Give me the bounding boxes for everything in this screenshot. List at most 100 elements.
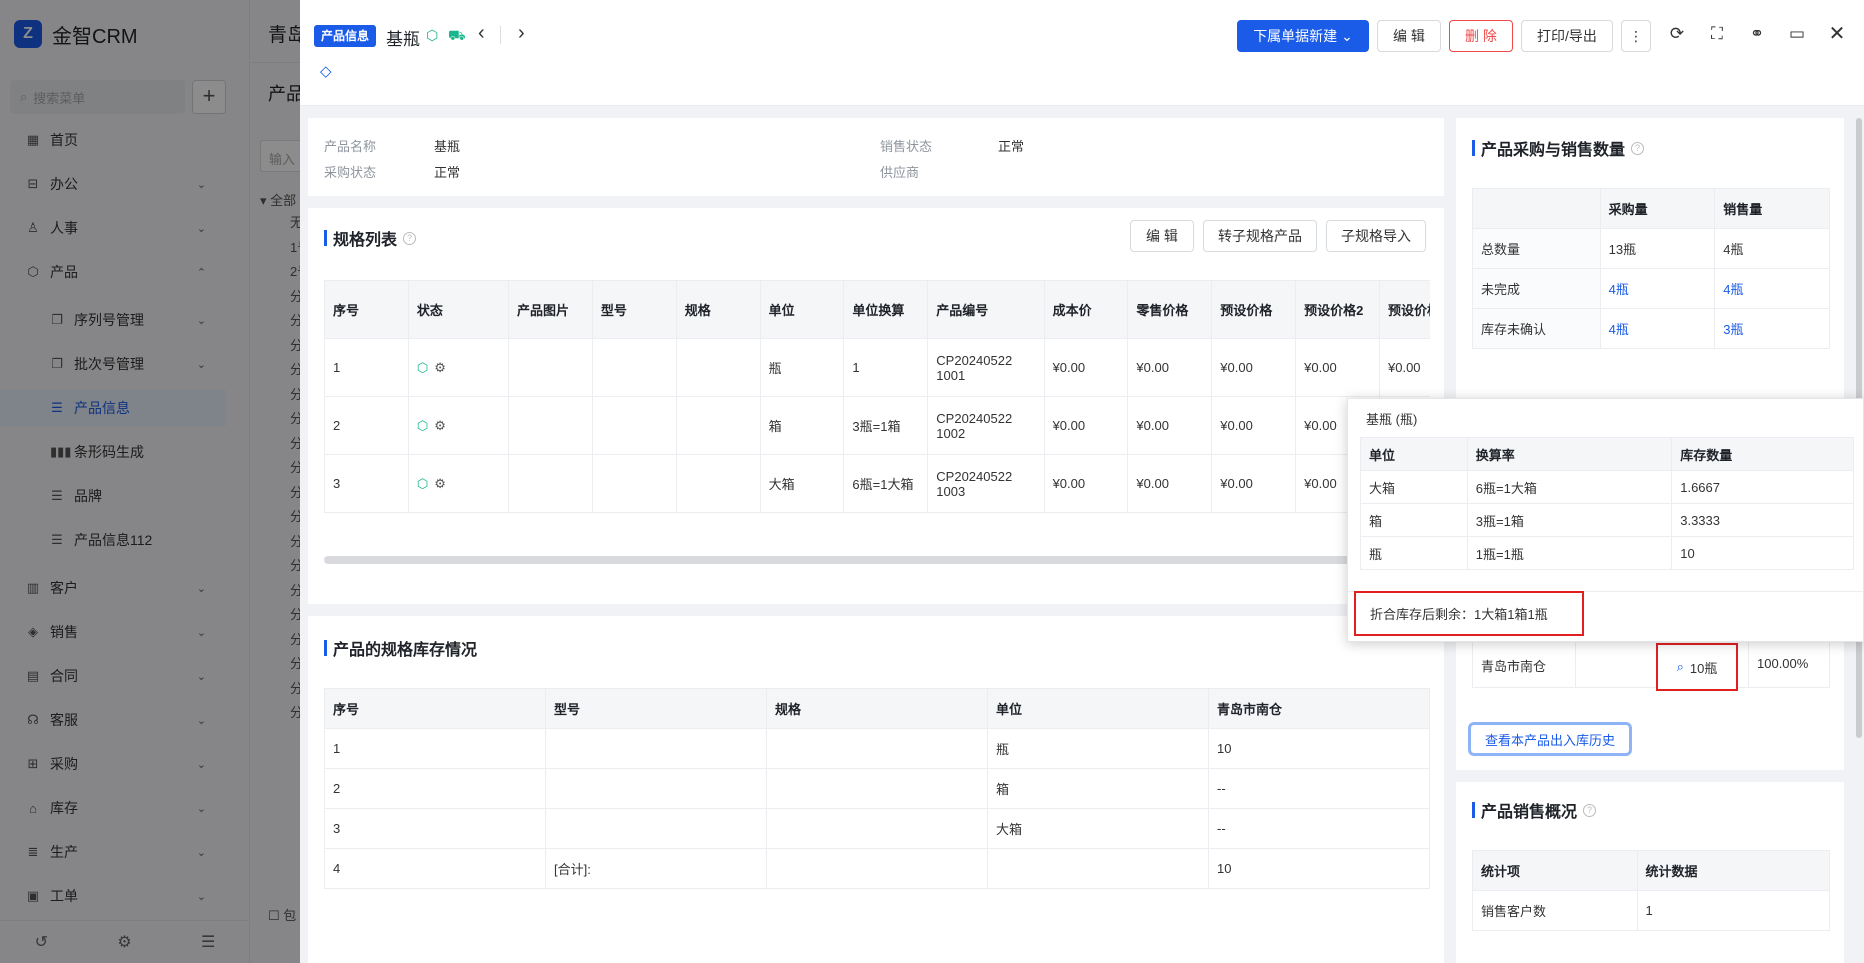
popup-table: 单位 换算率 库存数量 大箱 6瓶=1大箱 1.6667 箱 3瓶=1箱 3.3333 瓶 1瓶=1…: [1360, 437, 1854, 570]
table-row: 销售客户数 1: [1472, 890, 1831, 931]
table-cell: 6瓶=1大箱: [843, 454, 929, 513]
cube-icon: ⬡: [416, 475, 429, 491]
sales-overview-table: 统计项 统计数据 销售客户数 1: [1472, 850, 1831, 931]
table-row: 3 ⬡ ⚙ 大箱 6瓶=1大箱 CP20240522 1003 ¥0.00 ¥0.00 ¥0.0…: [324, 454, 1430, 513]
fullscreen-icon[interactable]: ⛶: [1705, 22, 1729, 46]
print-export-button[interactable]: 打印/导出: [1521, 20, 1613, 52]
column-header: 换算率: [1466, 437, 1673, 471]
table-cell: --: [1208, 768, 1430, 809]
table-cell: 3瓶=1箱: [1466, 503, 1673, 537]
help-icon[interactable]: ?: [403, 231, 417, 245]
help-icon[interactable]: ?: [1583, 803, 1597, 817]
title-accent-bar: [324, 640, 327, 656]
import-spec-button[interactable]: 子规格导入: [1326, 220, 1426, 252]
spec-table-wrapper: 序号 状态 产品图片 型号 规格 单位 单位换算 产品编号 成本价 零售价格 预设价格 预设价格2 预设…: [324, 280, 1430, 570]
table-cell: 箱: [1360, 503, 1468, 537]
more-actions-button[interactable]: ⋮: [1621, 20, 1651, 52]
help-icon[interactable]: ?: [1631, 141, 1645, 155]
table-cell[interactable]: 3瓶: [1714, 308, 1830, 349]
horizontal-scrollbar[interactable]: [324, 556, 1354, 564]
refresh-icon[interactable]: ⟳: [1665, 22, 1689, 46]
purchase-sales-table: 采购量 销售量 总数量 13瓶 4瓶 未完成 4瓶 4瓶 库存未确认 4瓶 3瓶: [1472, 188, 1830, 349]
table-cell: [507, 338, 593, 397]
column-header: 状态: [407, 280, 509, 339]
purchase-status-label: 采购状态: [324, 165, 377, 180]
column-header: 序号: [324, 688, 546, 729]
table-cell: 瓶: [1360, 536, 1468, 570]
table-cell[interactable]: 4瓶: [1714, 268, 1830, 309]
chevron-down-icon: ⌄: [1341, 27, 1353, 44]
table-cell: 未完成: [1472, 268, 1601, 309]
column-header: 序号: [324, 280, 409, 339]
stock-qty-highlight[interactable]: ⌕ 10瓶: [1656, 643, 1738, 691]
column-header: 单位: [759, 280, 845, 339]
column-header: 统计数据: [1636, 850, 1831, 891]
convert-spec-button[interactable]: 转子规格产品: [1203, 220, 1317, 252]
table-cell: 3: [324, 454, 409, 513]
table-row: 2 ⬡ ⚙ 箱 3瓶=1箱 CP20240522 1002 ¥0.00 ¥0.00 ¥0.00 ¥…: [324, 396, 1430, 455]
table-cell[interactable]: 4瓶: [1599, 268, 1716, 309]
column-header: 销售量: [1714, 188, 1830, 229]
table-cell: 库存未确认: [1472, 308, 1601, 349]
table-row: 4 [合计]: 10: [324, 848, 1430, 889]
unit-conversion-popup: 基瓶 (瓶) 单位 换算率 库存数量 大箱 6瓶=1大箱 1.6667 箱 3瓶=1箱 3.33…: [1347, 398, 1864, 642]
table-cell: 箱: [759, 396, 845, 455]
close-icon[interactable]: ✕: [1825, 22, 1849, 46]
new-sub-document-button[interactable]: 下属单据新建 ⌄: [1237, 20, 1369, 52]
cube-icon: ⬡: [416, 417, 429, 433]
table-cell: 10: [1208, 848, 1430, 889]
table-cell: 4: [324, 848, 546, 889]
table-cell: 1: [324, 728, 546, 769]
spec-edit-button[interactable]: 编 辑: [1130, 220, 1194, 252]
table-cell: 1: [324, 338, 409, 397]
spec-list-title: 规格列表?: [324, 226, 417, 250]
table-cell: ¥0.00: [1043, 454, 1129, 513]
delete-button[interactable]: 删 除: [1449, 20, 1513, 52]
column-header: 产品图片: [507, 280, 593, 339]
table-cell: [675, 454, 761, 513]
table-row: 2 箱 --: [324, 768, 1430, 809]
next-record-icon[interactable]: ›: [518, 22, 525, 45]
table-cell: CP20240522 1002: [927, 396, 1045, 455]
prev-record-icon[interactable]: ‹: [478, 22, 485, 45]
table-cell: [591, 396, 677, 455]
spec-list-card: 规格列表? 编 辑 转子规格产品 子规格导入 序号 状态 产品图片 型号 规格 单位 单位换…: [308, 208, 1444, 604]
purchase-status-value: 正常: [434, 165, 461, 180]
table-cell: 3: [324, 808, 546, 849]
table-cell[interactable]: 4瓶: [1599, 308, 1716, 349]
title-accent-bar: [324, 230, 327, 246]
table-cell: 13瓶: [1599, 228, 1716, 269]
table-cell: ¥0.00: [1379, 338, 1430, 397]
table-cell: ⬡ ⚙: [407, 338, 509, 397]
table-cell: [591, 338, 677, 397]
cube-icon: ⬡: [426, 27, 439, 43]
table-row: 1 瓶 10: [324, 728, 1430, 769]
table-cell: [766, 808, 988, 849]
edit-button[interactable]: 编 辑: [1377, 20, 1441, 52]
table-cell: 瓶: [759, 338, 845, 397]
tag-edit-icon[interactable]: ◇: [320, 62, 332, 80]
table-cell: ¥0.00: [1211, 338, 1297, 397]
stock-history-link[interactable]: 查看本产品出入库历史: [1468, 722, 1632, 756]
table-cell: [507, 454, 593, 513]
dock-icon[interactable]: ▭: [1785, 22, 1809, 46]
table-cell: 1: [843, 338, 929, 397]
table-row: 未完成 4瓶 4瓶: [1472, 268, 1830, 309]
table-cell: CP20240522 1003: [927, 454, 1045, 513]
link-icon[interactable]: ⚭: [1745, 22, 1769, 46]
table-cell: 1: [1636, 890, 1831, 931]
stock-percentage: 100.00%: [1757, 656, 1809, 671]
column-header: 规格: [766, 688, 988, 729]
column-header: 单位换算: [843, 280, 929, 339]
column-header: 预设价格3: [1379, 280, 1430, 339]
column-header: 库存数量: [1671, 437, 1854, 471]
spec-table: 序号 状态 产品图片 型号 规格 单位 单位换算 产品编号 成本价 零售价格 预设价格 预设价格2 预设…: [324, 280, 1430, 513]
sales-overview-title-text: 产品销售概况: [1481, 804, 1578, 821]
product-name-label: 产品名称: [324, 139, 377, 154]
table-row: 1 ⬡ ⚙ 瓶 1 CP20240522 1001 ¥0.00 ¥0.00 ¥0.00 ¥0.00…: [324, 338, 1430, 397]
spec-stock-title: 产品的规格库存情况: [324, 636, 477, 660]
table-cell: 6瓶=1大箱: [1466, 470, 1673, 504]
spec-list-title-text: 规格列表: [333, 232, 398, 249]
truck-icon: ⛟: [448, 27, 466, 43]
divider: [500, 26, 501, 44]
